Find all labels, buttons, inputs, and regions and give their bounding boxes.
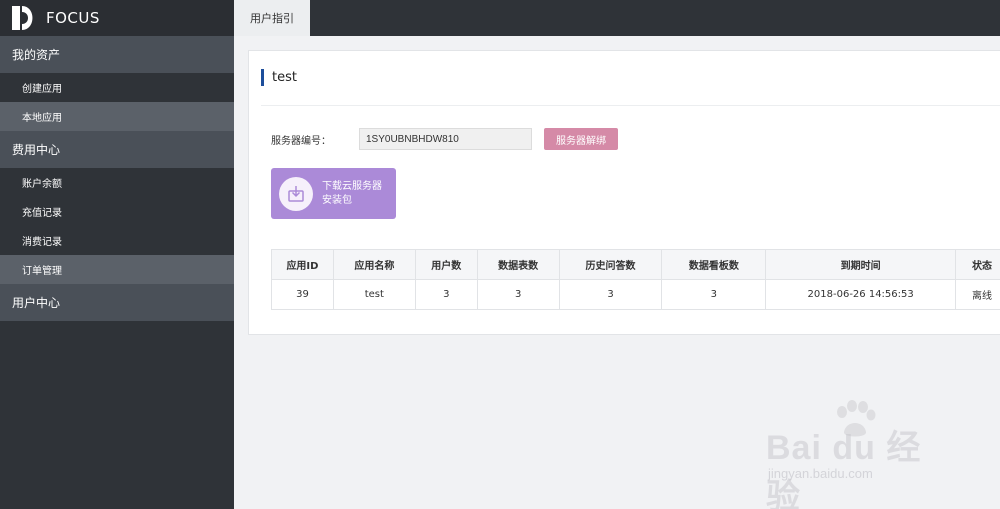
- sidebar: FOCUS 我的资产 创建应用 本地应用 费用中心 账户余额 充值记录 消费记录…: [0, 0, 234, 509]
- cell-app-id: 39: [271, 279, 334, 310]
- cell-users: 3: [414, 279, 478, 310]
- baidu-watermark: Bai du 经验 jingyan.baidu.com: [762, 400, 952, 509]
- focus-logo-icon: [12, 6, 33, 30]
- col-header-expiry: 到期时间: [765, 249, 957, 280]
- cell-status: 离线: [955, 279, 1000, 310]
- nav-item-recharge[interactable]: 充值记录: [0, 197, 234, 226]
- nav-group-my-assets[interactable]: 我的资产: [0, 36, 234, 73]
- nav-item-create-app[interactable]: 创建应用: [0, 73, 234, 102]
- divider: [261, 105, 1000, 106]
- watermark-main: Bai du 经验: [766, 429, 922, 509]
- brand-name: FOCUS: [46, 9, 100, 27]
- cell-qa-history: 3: [558, 279, 663, 310]
- cell-dashboards: 3: [661, 279, 767, 310]
- nav-item-orders[interactable]: 订单管理: [0, 255, 234, 284]
- server-id-field[interactable]: 1SY0UBNBHDW810: [359, 128, 532, 150]
- col-header-qa-history: 历史问答数: [558, 249, 663, 280]
- title-accent-bar: [261, 69, 264, 86]
- download-installer-button[interactable]: 下载云服务器 安装包: [271, 168, 396, 219]
- server-row: 服务器编号： 1SY0UBNBHDW810 服务器解绑: [271, 128, 618, 150]
- cell-expiry: 2018-06-26 14:56:53: [765, 279, 957, 310]
- nav-item-local-app[interactable]: 本地应用: [0, 102, 234, 131]
- download-label: 下载云服务器 安装包: [322, 180, 382, 208]
- nav-group-user-center[interactable]: 用户中心: [0, 284, 234, 321]
- col-header-app-name: 应用名称: [332, 249, 416, 280]
- top-bar: 用户指引: [234, 0, 1000, 36]
- nav-item-consumption[interactable]: 消费记录: [0, 226, 234, 255]
- cell-tables: 3: [476, 279, 560, 310]
- nav-group-billing[interactable]: 费用中心: [0, 131, 234, 168]
- watermark-url: jingyan.baidu.com: [768, 466, 873, 481]
- col-header-status: 状态: [955, 249, 1000, 280]
- panel-title: test: [261, 69, 297, 86]
- download-label-line2: 安装包: [322, 194, 352, 206]
- col-header-app-id: 应用ID: [271, 249, 334, 280]
- server-id-label: 服务器编号：: [271, 135, 331, 147]
- app-panel: test 服务器编号： 1SY0UBNBHDW810 服务器解绑 下载云服务器 …: [248, 50, 1000, 335]
- col-header-users: 用户数: [414, 249, 478, 280]
- table-row[interactable]: 39 test 3 3 3 3 2018-06-26 14:56:53 离线: [271, 279, 1000, 310]
- download-icon: [279, 176, 313, 211]
- tab-user-guide[interactable]: 用户指引: [234, 0, 310, 36]
- panel-title-text: test: [272, 70, 297, 85]
- nav-item-balance[interactable]: 账户余额: [0, 168, 234, 197]
- col-header-dashboards: 数据看板数: [661, 249, 767, 280]
- brand[interactable]: FOCUS: [0, 0, 234, 36]
- apps-table: 应用ID 应用名称 用户数 数据表数 历史问答数 数据看板数 到期时间 状态 3…: [271, 249, 1000, 310]
- col-header-tables: 数据表数: [476, 249, 560, 280]
- cell-app-name[interactable]: test: [332, 279, 416, 310]
- download-label-line1: 下载云服务器: [322, 180, 382, 192]
- table-header-row: 应用ID 应用名称 用户数 数据表数 历史问答数 数据看板数 到期时间 状态: [271, 249, 1000, 280]
- unbind-server-button[interactable]: 服务器解绑: [544, 128, 618, 150]
